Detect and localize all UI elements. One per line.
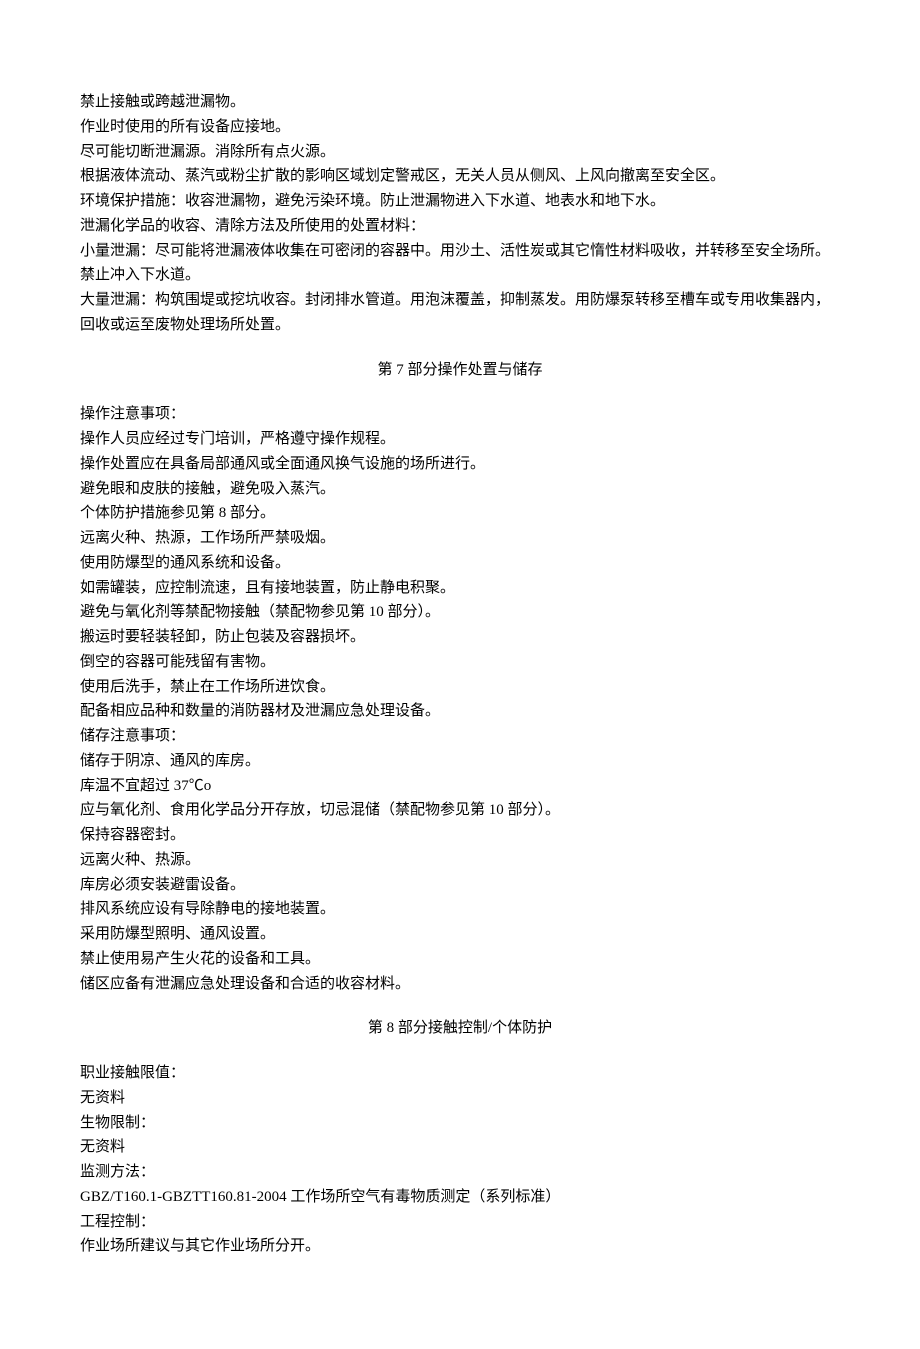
body-text: 保持容器密封。 (80, 823, 840, 848)
body-text: 配备相应品种和数量的消防器材及泄漏应急处理设备。 (80, 699, 840, 724)
body-text: 作业场所建议与其它作业场所分开。 (80, 1234, 840, 1259)
body-text: 如需罐装，应控制流速，且有接地装置，防止静电积聚。 (80, 576, 840, 601)
body-text: 职业接触限值： (80, 1061, 840, 1086)
body-text: 尽可能切断泄漏源。消除所有点火源。 (80, 140, 840, 165)
body-text: 使用后洗手，禁止在工作场所进饮食。 (80, 675, 840, 700)
body-text: 作业时使用的所有设备应接地。 (80, 115, 840, 140)
body-text: 无资料 (80, 1135, 840, 1160)
section-6-remainder: 禁止接触或跨越泄漏物。 作业时使用的所有设备应接地。 尽可能切断泄漏源。消除所有… (80, 90, 840, 338)
body-text: 避免与氧化剂等禁配物接触（禁配物参见第 10 部分）。 (80, 600, 840, 625)
body-text: 无资料 (80, 1086, 840, 1111)
body-text: 环境保护措施：收容泄漏物，避免污染环境。防止泄漏物进入下水道、地表水和地下水。 (80, 189, 840, 214)
body-text: 禁止使用易产生火花的设备和工具。 (80, 947, 840, 972)
body-text: 远离火种、热源。 (80, 848, 840, 873)
body-text: 倒空的容器可能残留有害物。 (80, 650, 840, 675)
body-text: 小量泄漏：尽可能将泄漏液体收集在可密闭的容器中。用沙土、活性炭或其它惰性材料吸收… (80, 239, 840, 289)
body-text: 监测方法： (80, 1160, 840, 1185)
body-text: 排风系统应设有导除静电的接地装置。 (80, 897, 840, 922)
body-text: 大量泄漏：构筑围堤或挖坑收容。封闭排水管道。用泡沫覆盖，抑制蒸发。用防爆泵转移至… (80, 288, 840, 338)
body-text: 采用防爆型照明、通风设置。 (80, 922, 840, 947)
body-text: 储存于阴凉、通风的库房。 (80, 749, 840, 774)
body-text: 禁止接触或跨越泄漏物。 (80, 90, 840, 115)
body-text: 应与氧化剂、食用化学品分开存放，切忌混储（禁配物参见第 10 部分）。 (80, 798, 840, 823)
body-text: 库温不宜超过 37℃o (80, 774, 840, 799)
section-8-body: 职业接触限值： 无资料 生物限制： 无资料 监测方法： GBZ/T160.1-G… (80, 1061, 840, 1259)
body-text: 个体防护措施参见第 8 部分。 (80, 501, 840, 526)
body-text: 储区应备有泄漏应急处理设备和合适的收容材料。 (80, 972, 840, 997)
body-text: 泄漏化学品的收容、清除方法及所使用的处置材料： (80, 214, 840, 239)
body-text: 操作人员应经过专门培训，严格遵守操作规程。 (80, 427, 840, 452)
body-text: 储存注意事项： (80, 724, 840, 749)
section-8-heading: 第 8 部分接触控制/个体防护 (80, 1016, 840, 1041)
body-text: 远离火种、热源，工作场所严禁吸烟。 (80, 526, 840, 551)
section-7-heading: 第 7 部分操作处置与储存 (80, 358, 840, 383)
body-text: 操作注意事项： (80, 402, 840, 427)
body-text: 工程控制： (80, 1210, 840, 1235)
body-text: GBZ/T160.1-GBZTT160.81-2004 工作场所空气有毒物质测定… (80, 1185, 840, 1210)
section-7-body: 操作注意事项： 操作人员应经过专门培训，严格遵守操作规程。 操作处置应在具备局部… (80, 402, 840, 996)
body-text: 生物限制： (80, 1111, 840, 1136)
body-text: 库房必须安装避雷设备。 (80, 873, 840, 898)
body-text: 使用防爆型的通风系统和设备。 (80, 551, 840, 576)
body-text: 搬运时要轻装轻卸，防止包装及容器损坏。 (80, 625, 840, 650)
body-text: 避免眼和皮肤的接触，避免吸入蒸汽。 (80, 477, 840, 502)
body-text: 操作处置应在具备局部通风或全面通风换气设施的场所进行。 (80, 452, 840, 477)
body-text: 根据液体流动、蒸汽或粉尘扩散的影响区域划定警戒区，无关人员从侧风、上风向撤离至安… (80, 164, 840, 189)
